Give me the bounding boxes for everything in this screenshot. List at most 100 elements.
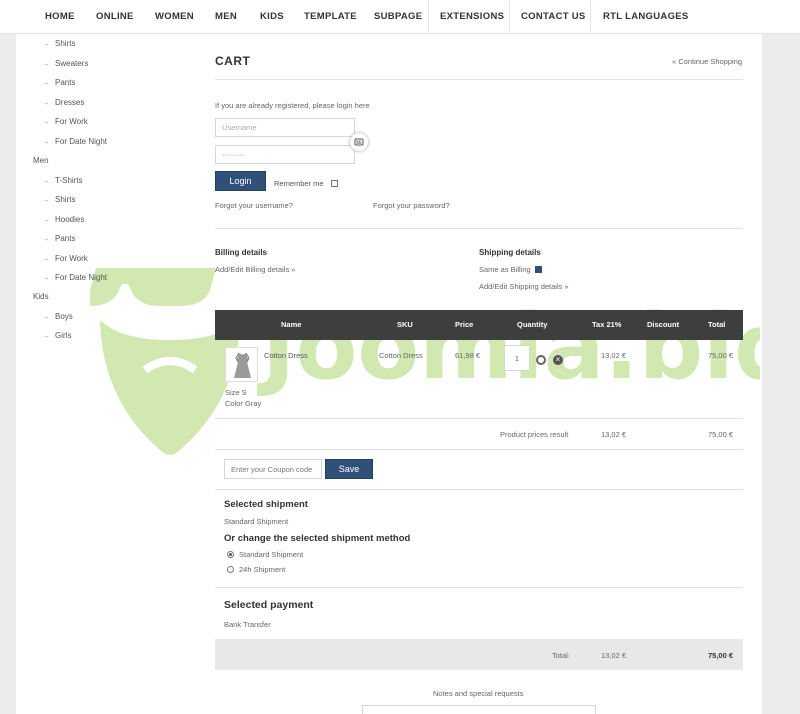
column-discount: Discount	[647, 320, 680, 329]
nav-home[interactable]: HOME	[45, 0, 75, 34]
column-quantity: Quantity	[517, 320, 548, 329]
nav-online[interactable]: ONLINE	[96, 0, 134, 34]
column-total: Total	[708, 320, 726, 329]
arrow-right-icon: →	[42, 117, 50, 126]
sidebar-item-label: Dresses	[55, 98, 85, 107]
sidebar-item[interactable]: → Shirts	[42, 195, 75, 204]
shipment-radio-24h[interactable]	[227, 566, 234, 573]
page-title: CART	[215, 54, 251, 68]
password-manager-icon[interactable]	[350, 133, 368, 151]
remove-icon[interactable]: ×	[553, 355, 563, 365]
quantity-input[interactable]: 1	[504, 345, 530, 371]
sidebar-item-label: Pants	[55, 78, 76, 87]
sidebar-item[interactable]: → Pants	[42, 234, 75, 243]
arrow-right-icon: →	[42, 234, 50, 243]
sidebar-item-label: Hoodies	[55, 215, 85, 224]
sidebar-item[interactable]: → For Work	[42, 117, 88, 126]
sidebar-item-label: For Date Night	[55, 273, 108, 282]
nav-divider	[509, 0, 510, 34]
sidebar-item-label: For Work	[55, 117, 88, 126]
sidebar-category-kids[interactable]: Kids	[33, 292, 49, 301]
nav-template[interactable]: TEMPLATE	[304, 0, 357, 34]
shipment-radio-standard[interactable]	[227, 551, 234, 558]
selected-shipment-value: Standard Shipment	[224, 517, 289, 526]
product-size: Size S	[225, 388, 247, 397]
nav-kids[interactable]: KIDS	[260, 0, 284, 34]
nav-extensions[interactable]: EXTENSIONS	[440, 0, 504, 34]
sidebar-item[interactable]: → Girls	[42, 331, 71, 340]
shipment-option-label: Standard Shipment	[239, 550, 304, 559]
sidebar-item[interactable]: → Pants	[42, 78, 75, 87]
sidebar-item-label: Sweaters	[55, 59, 89, 68]
sidebar-item[interactable]: → Dresses	[42, 98, 84, 107]
product-thumbnail[interactable]	[225, 347, 258, 382]
sidebar-item[interactable]: → Shirts	[42, 39, 75, 48]
total-tax: 13,02 €	[601, 651, 627, 660]
sidebar-item-label: For Work	[55, 254, 88, 263]
shipment-option-label: 24h Shipment	[239, 565, 286, 574]
column-price: Price	[455, 320, 474, 329]
nav-rtl-languages[interactable]: RTL LANGUAGES	[603, 0, 689, 34]
sidebar-item[interactable]: → Sweaters	[42, 59, 88, 68]
sidebar-item[interactable]: → For Date Night	[42, 137, 107, 146]
sidebar-item[interactable]: → Hoodies	[42, 215, 84, 224]
nav-divider	[590, 0, 591, 34]
arrow-right-icon: →	[42, 195, 50, 204]
top-navigation: HOME ONLINE WOMEN MEN KIDS TEMPLATE SUBP…	[0, 0, 800, 34]
same-as-billing-label: Same as Billing	[479, 265, 531, 274]
forgot-username-link[interactable]: Forgot your username?	[215, 201, 293, 210]
same-as-billing-checkbox[interactable]	[535, 266, 542, 273]
password-input[interactable]: ·········	[215, 145, 355, 164]
nav-contact-us[interactable]: CONTACT US	[521, 0, 586, 34]
sidebar-item-label: Pants	[55, 234, 76, 243]
arrow-right-icon: →	[42, 98, 50, 107]
sidebar-item[interactable]: → For Work	[42, 254, 88, 263]
edit-billing-link[interactable]: Add/Edit Billing details »	[215, 265, 295, 274]
product-color: Color Gray	[225, 399, 262, 408]
cart-table-header: Name SKU Price Quantity Tax 21% Discount…	[215, 310, 743, 340]
remember-me-checkbox[interactable]	[331, 180, 338, 187]
sidebar-item[interactable]: → Boys	[42, 312, 73, 321]
remember-me-label: Remember me	[274, 179, 324, 188]
username-input[interactable]: Username	[215, 118, 355, 137]
shipping-details-title: Shipping details	[479, 248, 541, 257]
nav-subpage[interactable]: SUBPAGE	[374, 0, 422, 34]
total-amount: 75,00 €	[708, 651, 734, 660]
sidebar-item[interactable]: → For Date Night	[42, 273, 107, 282]
product-total: 75,00 €	[708, 351, 734, 360]
sidebar-item-label: For Date Night	[55, 137, 108, 146]
arrow-right-icon: →	[42, 331, 50, 340]
dress-image	[234, 352, 251, 378]
column-name: Name	[281, 320, 302, 329]
arrow-right-icon: →	[42, 273, 50, 282]
sidebar-category-men[interactable]: Men	[33, 156, 49, 165]
arrow-right-icon: →	[42, 254, 50, 263]
selected-payment-title: Selected payment	[224, 599, 314, 611]
divider	[215, 79, 743, 80]
nav-women[interactable]: WOMEN	[155, 0, 194, 34]
nav-divider	[428, 0, 429, 34]
totals-bar	[215, 639, 743, 670]
sidebar-item-label: Shirts	[55, 39, 76, 48]
edit-shipping-link[interactable]: Add/Edit Shipping details »	[479, 282, 569, 291]
sidebar-item-label: T-Shirts	[55, 176, 83, 185]
product-prices-total: 75,00 €	[708, 430, 734, 439]
forgot-password-link[interactable]: Forgot your password?	[373, 201, 450, 210]
continue-shopping-link[interactable]: « Continue Shopping	[672, 57, 742, 66]
arrow-right-icon: →	[42, 137, 50, 146]
arrow-right-icon: →	[42, 312, 50, 321]
total-label: Total:	[552, 651, 570, 660]
divider	[215, 418, 743, 419]
selected-shipment-title: Selected shipment	[224, 499, 308, 510]
login-button[interactable]: Login	[215, 171, 266, 191]
coupon-save-button[interactable]: Save	[325, 459, 373, 479]
product-name-link[interactable]: Cotton Dress	[264, 351, 308, 360]
notes-textarea[interactable]	[362, 705, 596, 714]
sidebar-item[interactable]: → T-Shirts	[42, 176, 83, 185]
coupon-input[interactable]: Enter your Coupon code	[224, 459, 322, 479]
change-shipment-title: Or change the selected shipment method	[224, 533, 411, 544]
nav-men[interactable]: MEN	[215, 0, 237, 34]
product-sku: Cotton Dress	[379, 351, 423, 360]
column-tax: Tax 21%	[592, 320, 622, 329]
update-icon[interactable]	[536, 355, 546, 365]
